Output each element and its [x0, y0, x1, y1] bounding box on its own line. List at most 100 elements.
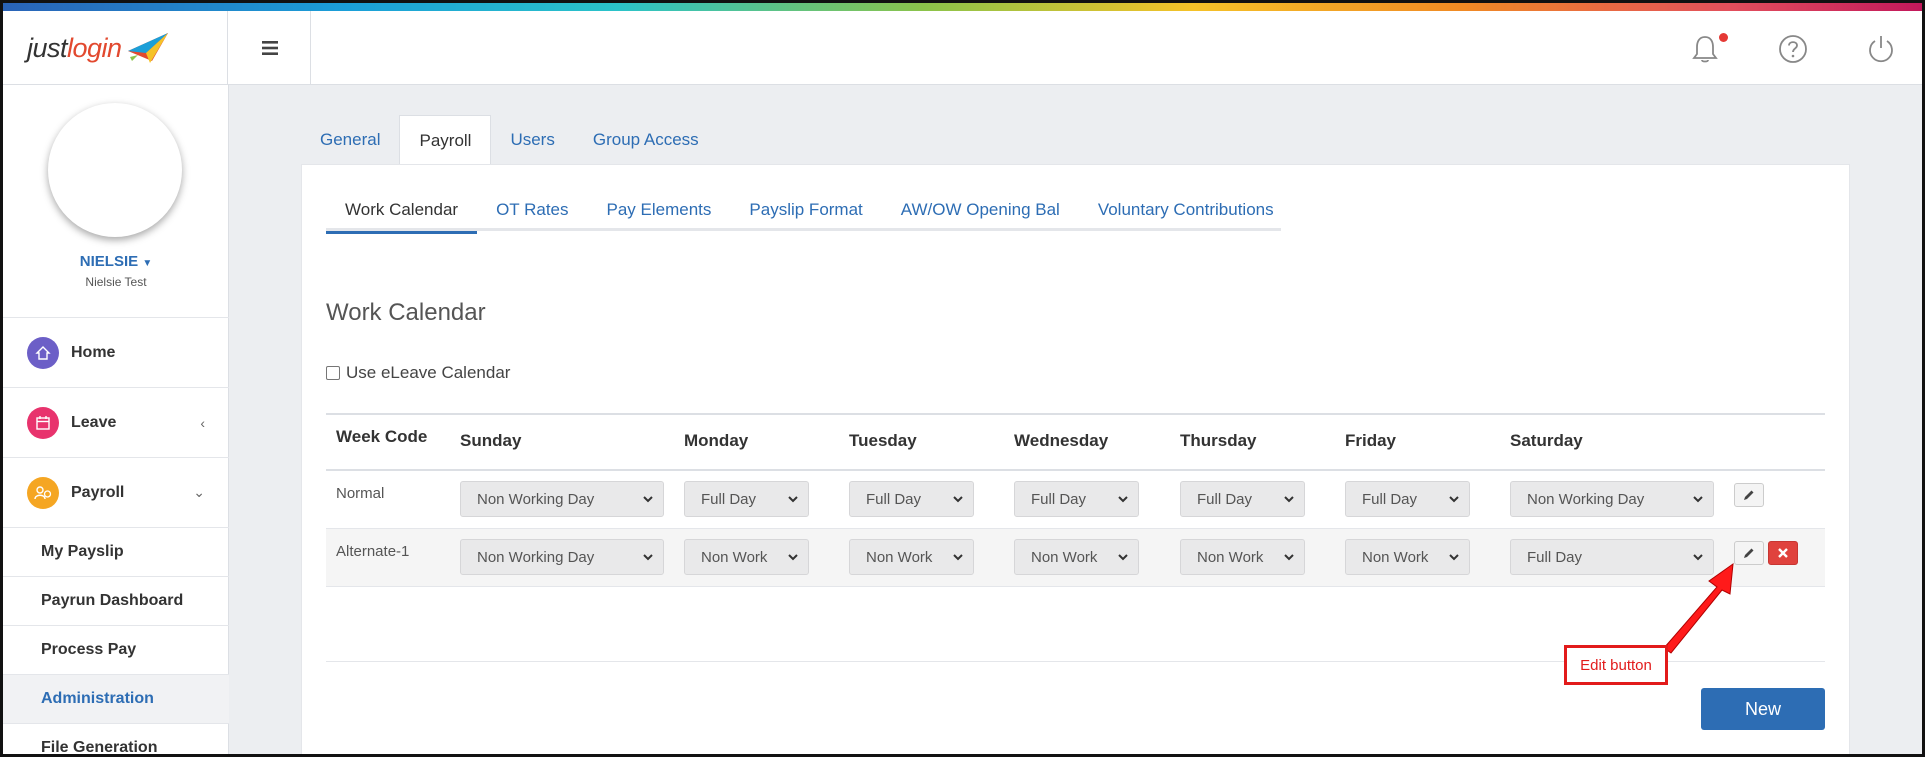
avatar[interactable]	[48, 103, 182, 237]
tuesday-select[interactable]: Full Day	[849, 481, 974, 517]
tab-general[interactable]: General	[301, 115, 399, 165]
use-eleave-calendar-checkbox[interactable]	[326, 366, 340, 380]
select-value: Full Day	[1362, 490, 1418, 508]
logo-part-just: just	[27, 32, 68, 63]
tab-group-access[interactable]: Group Access	[574, 115, 718, 165]
main-tabs: General Payroll Users Group Access	[301, 115, 718, 165]
username: NIELSIE	[79, 253, 139, 270]
column-header-thursday: Thursday	[1180, 431, 1257, 450]
thursday-select[interactable]: Non Work	[1180, 539, 1305, 575]
brand-stripe	[3, 3, 1922, 11]
subtab-payslip-format[interactable]: Payslip Format	[730, 189, 881, 231]
sidebar-item-leave[interactable]: Leave ‹	[3, 387, 229, 457]
payroll-subtabs: Work Calendar OT Rates Pay Elements Pays…	[326, 189, 1281, 234]
username-dropdown[interactable]: NIELSIE ▼	[3, 253, 229, 270]
notification-badge	[1719, 33, 1728, 42]
sunday-select[interactable]: Non Working Day	[460, 481, 664, 517]
subtab-work-calendar[interactable]: Work Calendar	[326, 189, 478, 234]
user-fullname: Nielsie Test	[85, 275, 147, 289]
tuesday-select[interactable]: Non Work	[849, 539, 974, 575]
logo[interactable]: justlogin	[3, 11, 228, 85]
thursday-select[interactable]: Full Day	[1180, 481, 1305, 517]
select-value: Non Work	[866, 548, 933, 566]
select-value: Non Work	[1197, 548, 1264, 566]
subtab-pay-elements[interactable]: Pay Elements	[588, 189, 731, 231]
hamburger-icon	[261, 41, 278, 55]
wednesday-select[interactable]: Full Day	[1014, 481, 1139, 517]
work-calendar-table: Week Code Sunday Monday Tuesday Wednesda…	[326, 413, 1825, 587]
chevron-down-icon	[953, 496, 963, 503]
edit-button[interactable]	[1734, 483, 1764, 507]
monday-select[interactable]: Non Work	[684, 539, 809, 575]
select-value: Non Working Day	[477, 490, 595, 508]
calendar-icon	[27, 406, 59, 439]
table-header: Week Code Sunday Monday Tuesday Wednesda…	[326, 413, 1825, 471]
tab-payroll[interactable]: Payroll	[399, 115, 492, 165]
chevron-down-icon	[1118, 496, 1128, 503]
monday-select[interactable]: Full Day	[684, 481, 809, 517]
logo-text: justlogin	[27, 33, 122, 64]
close-icon	[1778, 548, 1788, 558]
select-value: Non Work	[1031, 548, 1098, 566]
select-value: Full Day	[701, 490, 757, 508]
tab-users[interactable]: Users	[491, 115, 573, 165]
chevron-left-icon: ‹	[200, 414, 205, 431]
edit-button[interactable]	[1734, 541, 1764, 565]
column-header-saturday: Saturday	[1510, 431, 1583, 450]
logo-part-login: login	[67, 32, 122, 63]
saturday-select[interactable]: Non Working Day	[1510, 481, 1714, 517]
help-circle-icon[interactable]	[1777, 33, 1809, 65]
edit-button-callout: Edit button	[1564, 645, 1668, 685]
new-button[interactable]: New	[1701, 688, 1825, 730]
sidebar-subitem-process-pay[interactable]: Process Pay	[3, 625, 229, 674]
sidebar-subitem-administration[interactable]: Administration	[3, 674, 229, 723]
column-header-monday: Monday	[684, 431, 749, 450]
sidebar-subitem-file-generation[interactable]: File Generation	[3, 723, 229, 754]
select-value: Full Day	[1527, 548, 1583, 566]
select-value: Non Working Day	[477, 548, 595, 566]
sidebar-subitem-my-payslip[interactable]: My Payslip	[3, 527, 229, 576]
chevron-down-icon	[1284, 554, 1294, 561]
chevron-down-icon	[1118, 554, 1128, 561]
subtab-voluntary-contributions[interactable]: Voluntary Contributions	[1079, 189, 1293, 231]
power-icon[interactable]	[1865, 33, 1897, 65]
friday-select[interactable]: Full Day	[1345, 481, 1470, 517]
select-value: Full Day	[1031, 490, 1087, 508]
column-header-week-code: Week Code	[336, 427, 428, 446]
app-window: justlogin NIELSIE ▼ Nielsie Test Home Le…	[0, 0, 1925, 757]
delete-button[interactable]	[1768, 541, 1798, 565]
saturday-select[interactable]: Full Day	[1510, 539, 1714, 575]
chevron-down-icon	[1449, 554, 1459, 561]
chevron-down-icon	[1284, 496, 1294, 503]
subtab-ot-rates[interactable]: OT Rates	[477, 189, 587, 231]
home-icon	[27, 336, 59, 369]
chevron-down-icon	[1449, 496, 1459, 503]
table-row: Alternate-1 Non Working Day Non Work Non…	[326, 529, 1825, 587]
week-code-cell: Alternate-1	[336, 543, 410, 560]
sidebar-item-payroll[interactable]: Payroll ⌄	[3, 457, 229, 527]
page-title: Work Calendar	[326, 299, 486, 326]
bell-icon[interactable]	[1689, 33, 1721, 65]
select-value: Non Work	[701, 548, 768, 566]
chevron-down-icon	[788, 554, 798, 561]
select-value: Non Working Day	[1527, 490, 1645, 508]
caret-down-icon: ▼	[142, 258, 153, 269]
sidebar-subitem-payrun-dashboard[interactable]: Payrun Dashboard	[3, 576, 229, 625]
column-header-friday: Friday	[1345, 431, 1397, 450]
select-value: Non Work	[1362, 548, 1429, 566]
chevron-down-icon: ⌄	[193, 484, 205, 500]
table-row: Normal Non Working Day Full Day Full Day…	[326, 471, 1825, 529]
payroll-icon	[27, 476, 59, 509]
wednesday-select[interactable]: Non Work	[1014, 539, 1139, 575]
top-bar: justlogin	[3, 11, 1922, 85]
checkbox-label: Use eLeave Calendar	[346, 363, 511, 382]
friday-select[interactable]: Non Work	[1345, 539, 1470, 575]
sidebar-item-home[interactable]: Home	[3, 317, 229, 387]
sidebar: NIELSIE ▼ Nielsie Test Home Leave ‹ Payr…	[3, 85, 229, 754]
sunday-select[interactable]: Non Working Day	[460, 539, 664, 575]
subtab-aw-ow-opening-bal[interactable]: AW/OW Opening Bal	[882, 189, 1079, 231]
hamburger-menu-button[interactable]	[229, 11, 311, 85]
sidebar-item-label: Leave	[71, 413, 117, 431]
chevron-down-icon	[1693, 554, 1703, 561]
chevron-down-icon	[953, 554, 963, 561]
